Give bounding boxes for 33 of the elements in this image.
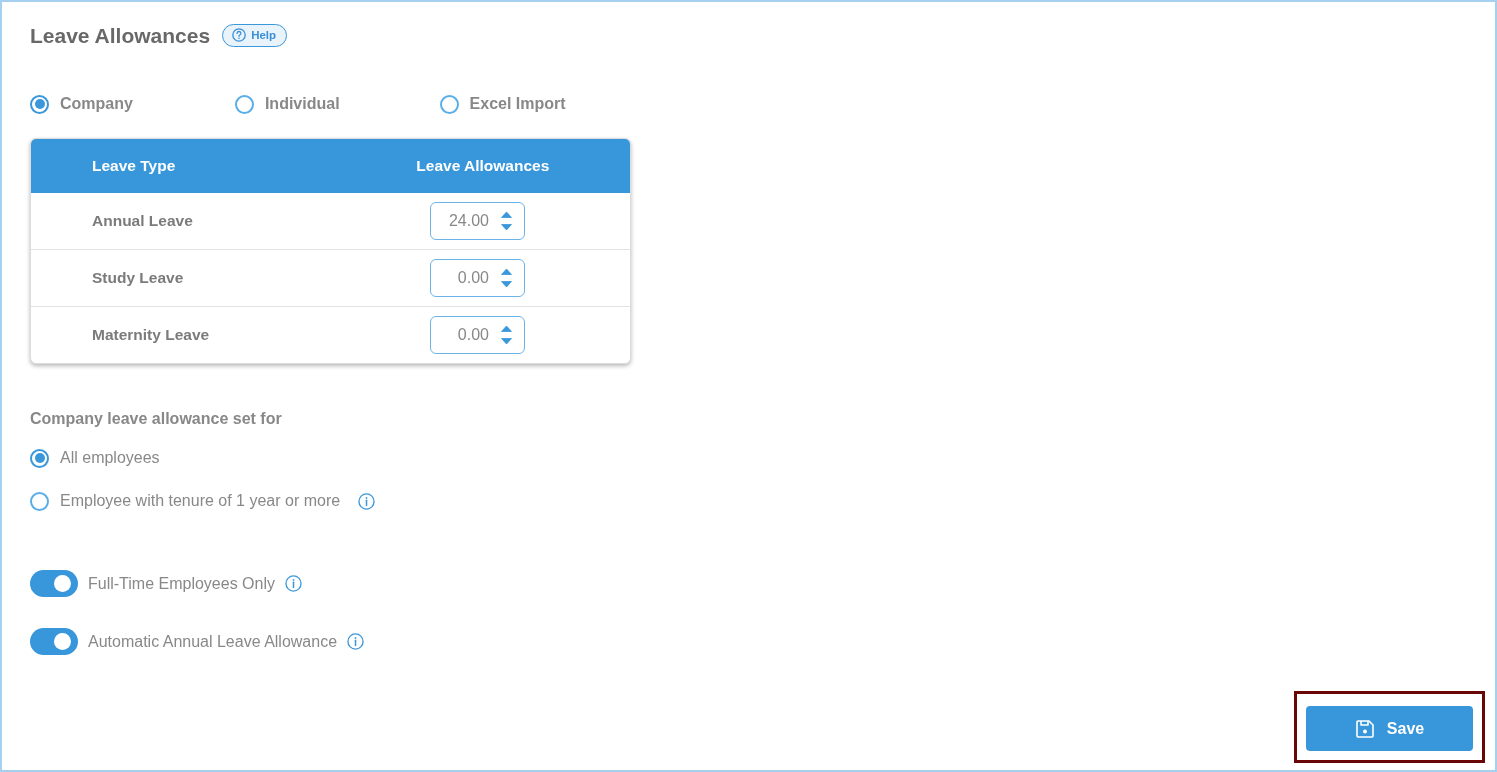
section-heading: Company leave allowance set for	[30, 409, 282, 429]
leave-type-cell: Study Leave	[92, 269, 184, 286]
toggle-switch[interactable]	[30, 570, 78, 597]
radio-icon[interactable]	[234, 94, 254, 114]
toggle-label: Automatic Annual Leave Allowance	[88, 632, 338, 651]
leave-type-cell: Annual Leave	[92, 212, 193, 229]
help-icon	[232, 28, 247, 42]
info-icon[interactable]	[347, 633, 365, 650]
number-field[interactable]: 24.00	[430, 202, 525, 240]
radio-icon[interactable]	[30, 448, 49, 468]
radio-option[interactable]: Employee with tenure of 1 year or more	[30, 491, 341, 511]
toggle-switch[interactable]	[30, 628, 78, 655]
radio-icon[interactable]	[439, 94, 459, 114]
radio-option[interactable]: Company	[30, 94, 133, 114]
column-header: Leave Allowances	[416, 157, 550, 175]
radio-icon[interactable]	[30, 491, 49, 511]
number-field[interactable]: 0.00	[430, 259, 525, 297]
page-title: Leave Allowances	[30, 23, 211, 49]
radio-option[interactable]: All employees	[30, 448, 160, 468]
leave-type-cell: Maternity Leave	[92, 326, 210, 343]
radio-option[interactable]: Individual	[234, 94, 340, 114]
column-header: Leave Type	[92, 157, 176, 175]
radio-icon[interactable]	[30, 94, 49, 114]
save-button[interactable]: Save	[1306, 706, 1473, 751]
info-icon[interactable]	[285, 575, 302, 592]
info-icon[interactable]	[358, 492, 376, 510]
help-button[interactable]: Help	[222, 23, 288, 47]
number-field[interactable]: 0.00	[430, 316, 525, 354]
spinner-icon[interactable]	[501, 268, 512, 288]
radio-option[interactable]: Excel Import	[439, 94, 566, 114]
spinner-icon[interactable]	[501, 325, 512, 345]
toggle-label: Full-Time Employees Only	[88, 574, 275, 593]
spinner-icon[interactable]	[501, 211, 512, 231]
